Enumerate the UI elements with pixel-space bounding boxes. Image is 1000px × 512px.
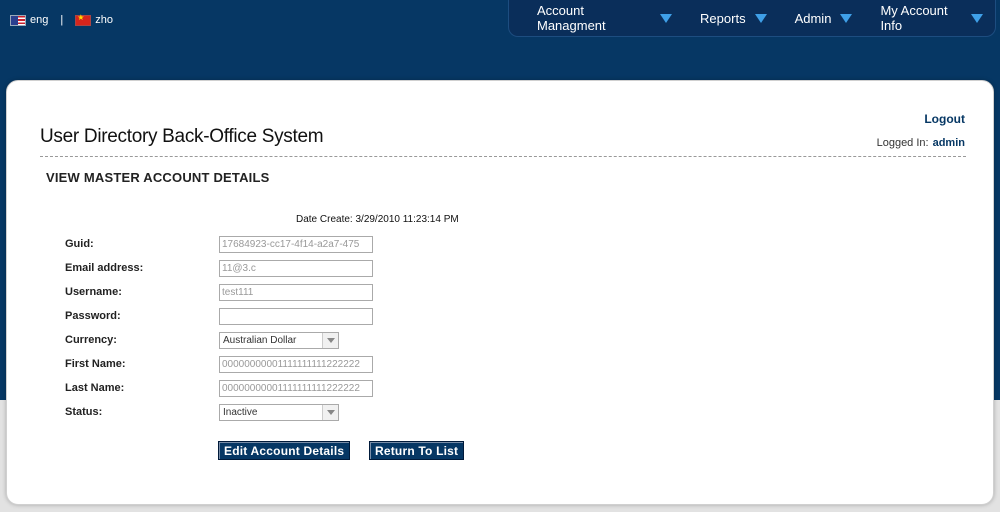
guid-label: Guid: xyxy=(65,238,94,250)
language-bar: eng | zho xyxy=(10,13,113,26)
nav-reports[interactable]: Reports xyxy=(684,11,779,26)
language-separator: | xyxy=(60,14,64,26)
nav-account-management[interactable]: Account Managment xyxy=(509,3,684,33)
username-label: Username: xyxy=(65,286,122,298)
last-name-field[interactable] xyxy=(219,379,373,397)
username-field[interactable] xyxy=(219,283,373,301)
language-option-eng[interactable]: eng xyxy=(10,14,48,26)
nav-admin[interactable]: Admin xyxy=(779,11,865,26)
first-name-label: First Name: xyxy=(65,358,126,370)
triangle-down-icon xyxy=(840,13,853,23)
nav-label: Admin xyxy=(794,10,832,26)
us-flag-icon xyxy=(10,14,26,26)
form-row-currency: Currency: Australian Dollar xyxy=(65,330,339,350)
logged-in-label: Logged In: xyxy=(876,137,929,149)
form-row-guid: Guid: xyxy=(65,234,373,254)
email-field[interactable] xyxy=(219,259,373,277)
title-divider xyxy=(40,156,966,157)
currency-label: Currency: xyxy=(65,334,117,346)
language-option-zho[interactable]: zho xyxy=(75,13,113,26)
edit-account-details-button[interactable]: Edit Account Details xyxy=(218,441,351,460)
status-select[interactable]: Inactive xyxy=(219,403,339,421)
china-flag-icon xyxy=(75,13,92,26)
currency-select[interactable]: Australian Dollar xyxy=(219,331,339,349)
password-field[interactable] xyxy=(219,307,373,325)
return-to-list-button[interactable]: Return To List xyxy=(369,441,465,460)
page-title: User Directory Back-Office System xyxy=(40,126,324,147)
nav-my-account-info[interactable]: My Account Info xyxy=(864,3,995,33)
section-title: VIEW MASTER ACCOUNT DETAILS xyxy=(46,170,270,185)
form-row-first-name: First Name: xyxy=(65,354,373,374)
chevron-down-icon[interactable] xyxy=(322,404,338,420)
form-row-password: Password: xyxy=(65,306,373,326)
password-label: Password: xyxy=(65,310,121,322)
top-navigation: Account Managment Reports Admin My Accou… xyxy=(508,0,996,37)
chevron-down-icon[interactable] xyxy=(322,332,338,348)
guid-field[interactable] xyxy=(219,235,373,253)
status-label: Status: xyxy=(65,406,103,418)
status-selected-value: Inactive xyxy=(223,406,258,418)
form-row-email: Email address: xyxy=(65,258,373,278)
nav-label: My Account Info xyxy=(880,3,948,33)
language-label-zho: zho xyxy=(95,14,113,26)
last-name-label: Last Name: xyxy=(65,382,125,394)
currency-selected-value: Australian Dollar xyxy=(223,334,297,346)
date-create-text: Date Create: 3/29/2010 11:23:14 PM xyxy=(296,214,459,225)
form-row-status: Status: Inactive xyxy=(65,402,339,422)
main-panel: Logout Logged In: admin User Directory Ba… xyxy=(6,80,994,505)
triangle-down-icon xyxy=(660,13,673,23)
logged-in-status: Logged In: admin xyxy=(877,137,965,149)
language-label-eng: eng xyxy=(30,14,49,26)
logged-in-username[interactable]: admin xyxy=(933,137,965,149)
nav-label: Account Managment xyxy=(537,3,606,33)
email-label: Email address: xyxy=(65,262,144,274)
triangle-down-icon xyxy=(754,13,767,23)
form-row-last-name: Last Name: xyxy=(65,378,373,398)
nav-label: Reports xyxy=(700,10,746,26)
first-name-field[interactable] xyxy=(219,355,373,373)
form-row-username: Username: xyxy=(65,282,373,302)
logout-link[interactable]: Logout xyxy=(924,112,965,126)
triangle-down-icon xyxy=(971,13,983,23)
